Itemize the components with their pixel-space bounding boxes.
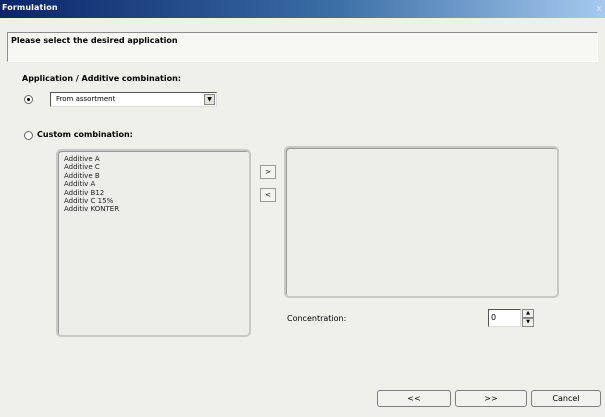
list-item[interactable]: Additive A bbox=[64, 155, 249, 163]
available-additives-list[interactable]: Additive A Additive C Additive B Additiv… bbox=[56, 149, 251, 337]
radio-from-assortment[interactable] bbox=[24, 95, 33, 104]
spin-up-icon[interactable]: ▲ bbox=[522, 309, 534, 318]
list-item[interactable]: Additiv B12 bbox=[64, 189, 249, 197]
title-bar: Formulation x bbox=[0, 0, 605, 18]
custom-combination-label: Custom combination: bbox=[37, 130, 133, 139]
assortment-select[interactable]: From assortment ▼ bbox=[50, 92, 217, 107]
back-button[interactable]: << bbox=[377, 390, 451, 407]
concentration-stepper[interactable]: 0 ▲ ▼ bbox=[488, 309, 535, 327]
radio-custom-combination[interactable] bbox=[24, 131, 33, 140]
window-title: Formulation bbox=[2, 3, 58, 12]
combination-section-label: Application / Additive combination: bbox=[22, 74, 181, 83]
concentration-label: Concentration: bbox=[287, 314, 347, 323]
assortment-select-value: From assortment bbox=[56, 95, 116, 103]
selected-additives-list[interactable] bbox=[284, 146, 559, 298]
list-item[interactable]: Additiv A bbox=[64, 180, 249, 188]
chevron-down-icon[interactable]: ▼ bbox=[204, 94, 215, 105]
cancel-button[interactable]: Cancel bbox=[531, 390, 601, 407]
instruction-text: Please select the desired application bbox=[11, 36, 178, 45]
concentration-input[interactable]: 0 bbox=[488, 309, 521, 327]
list-item[interactable]: Additive B bbox=[64, 172, 249, 180]
add-additive-button[interactable]: > bbox=[260, 165, 276, 179]
remove-additive-button[interactable]: < bbox=[260, 188, 276, 202]
next-button[interactable]: >> bbox=[455, 390, 527, 407]
concentration-value: 0 bbox=[491, 313, 497, 322]
instruction-banner: Please select the desired application bbox=[7, 32, 598, 62]
list-item[interactable]: Additive C bbox=[64, 163, 249, 171]
list-item[interactable]: Additiv C 15% bbox=[64, 197, 249, 205]
close-icon[interactable]: x bbox=[594, 4, 604, 15]
spin-down-icon[interactable]: ▼ bbox=[522, 318, 534, 327]
list-item[interactable]: Additiv KONTER bbox=[64, 205, 249, 213]
formulation-dialog: Formulation x Please select the desired … bbox=[0, 0, 605, 417]
